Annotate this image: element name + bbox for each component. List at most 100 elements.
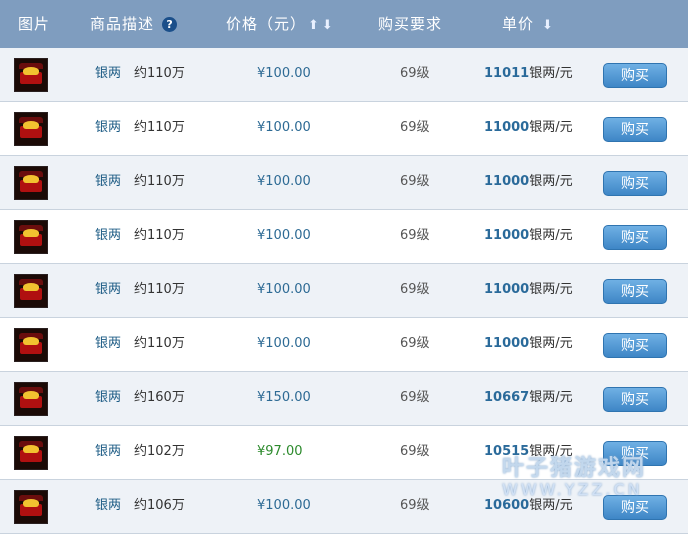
item-category[interactable]: 银两 bbox=[95, 174, 121, 190]
buy-button[interactable]: 购买 bbox=[603, 171, 667, 196]
buy-button[interactable]: 购买 bbox=[603, 63, 667, 88]
unit-price: 10667银两/元 bbox=[484, 390, 573, 406]
unit-price-suffix: 银两/元 bbox=[529, 174, 573, 189]
table-row: 银两 约110万 ¥100.00 69级 11000银两/元 购买 bbox=[0, 102, 688, 156]
sort-up-icon[interactable]: ⬆ bbox=[308, 16, 320, 36]
item-category[interactable]: 银两 bbox=[95, 120, 121, 136]
table-row: 银两 约110万 ¥100.00 69级 11000银两/元 购买 bbox=[0, 156, 688, 210]
unit-price: 10600银两/元 bbox=[484, 498, 573, 514]
table-row: 银两 约110万 ¥100.00 69级 11000银两/元 购买 bbox=[0, 264, 688, 318]
header-price-label: 价格（元） bbox=[226, 15, 307, 33]
item-category[interactable]: 银两 bbox=[95, 444, 121, 460]
item-amount: 约160万 bbox=[134, 390, 185, 405]
header-unit-price[interactable]: 单价 ⬇ bbox=[502, 14, 554, 34]
help-icon[interactable]: ? bbox=[162, 17, 178, 32]
treasure-chest-icon[interactable] bbox=[14, 382, 48, 416]
level-requirement: 69级 bbox=[400, 282, 430, 297]
unit-price-number: 10515 bbox=[484, 444, 530, 459]
item-amount: 约106万 bbox=[134, 498, 185, 513]
item-price: ¥100.00 bbox=[257, 174, 311, 189]
unit-price-suffix: 银两/元 bbox=[529, 444, 573, 459]
treasure-chest-icon[interactable] bbox=[14, 490, 48, 524]
unit-price-suffix: 银两/元 bbox=[529, 66, 573, 81]
unit-price: 11011银两/元 bbox=[484, 66, 573, 82]
level-requirement: 69级 bbox=[400, 444, 430, 459]
item-price: ¥100.00 bbox=[257, 336, 311, 351]
buy-button[interactable]: 购买 bbox=[603, 117, 667, 142]
item-category[interactable]: 银两 bbox=[95, 66, 121, 82]
item-amount: 约110万 bbox=[134, 336, 185, 351]
treasure-chest-icon[interactable] bbox=[14, 58, 48, 92]
item-price: ¥100.00 bbox=[257, 282, 311, 297]
item-price: ¥100.00 bbox=[257, 120, 311, 135]
item-category[interactable]: 银两 bbox=[95, 390, 121, 406]
unit-price: 10515银两/元 bbox=[484, 444, 573, 460]
table-row: 银两 约102万 ¥97.00 69级 10515银两/元 购买 bbox=[0, 426, 688, 480]
unit-price-number: 11000 bbox=[484, 282, 530, 297]
treasure-chest-icon[interactable] bbox=[14, 112, 48, 146]
item-amount: 约102万 bbox=[134, 444, 185, 459]
unit-price-number: 10600 bbox=[484, 498, 530, 513]
header-requirement: 购买要求 bbox=[378, 15, 443, 33]
unit-price-suffix: 银两/元 bbox=[529, 498, 573, 513]
level-requirement: 69级 bbox=[400, 174, 430, 189]
table-row: 银两 约110万 ¥100.00 69级 11000银两/元 购买 bbox=[0, 318, 688, 372]
item-price: ¥150.00 bbox=[257, 390, 311, 405]
item-amount: 约110万 bbox=[134, 66, 185, 81]
item-category[interactable]: 银两 bbox=[95, 336, 121, 352]
unit-price-number: 11000 bbox=[484, 336, 530, 351]
unit-price: 11000银两/元 bbox=[484, 120, 573, 136]
unit-price-number: 11000 bbox=[484, 174, 530, 189]
header-unit-price-label: 单价 bbox=[502, 15, 535, 33]
item-category[interactable]: 银两 bbox=[95, 228, 121, 244]
unit-price-suffix: 银两/元 bbox=[529, 390, 573, 405]
item-price: ¥100.00 bbox=[257, 228, 311, 243]
treasure-chest-icon[interactable] bbox=[14, 274, 48, 308]
level-requirement: 69级 bbox=[400, 498, 430, 513]
level-requirement: 69级 bbox=[400, 66, 430, 81]
unit-price-suffix: 银两/元 bbox=[529, 228, 573, 243]
item-category[interactable]: 银两 bbox=[95, 282, 121, 298]
level-requirement: 69级 bbox=[400, 336, 430, 351]
unit-price-suffix: 银两/元 bbox=[529, 282, 573, 297]
buy-button[interactable]: 购买 bbox=[603, 333, 667, 358]
item-amount: 约110万 bbox=[134, 174, 185, 189]
item-amount: 约110万 bbox=[134, 282, 185, 297]
unit-price-number: 11000 bbox=[484, 228, 530, 243]
table-row: 银两 约110万 ¥100.00 69级 11000银两/元 购买 bbox=[0, 210, 688, 264]
unit-price-number: 11000 bbox=[484, 120, 530, 135]
table-row: 银两 约106万 ¥100.00 69级 10600银两/元 购买 bbox=[0, 480, 688, 534]
header-description-label: 商品描述 bbox=[90, 15, 155, 33]
treasure-chest-icon[interactable] bbox=[14, 436, 48, 470]
buy-button[interactable]: 购买 bbox=[603, 279, 667, 304]
table-row: 银两 约110万 ¥100.00 69级 11011银两/元 购买 bbox=[0, 48, 688, 102]
buy-button[interactable]: 购买 bbox=[603, 387, 667, 412]
item-amount: 约110万 bbox=[134, 228, 185, 243]
treasure-chest-icon[interactable] bbox=[14, 220, 48, 254]
unit-price: 11000银两/元 bbox=[484, 336, 573, 352]
level-requirement: 69级 bbox=[400, 120, 430, 135]
item-price: ¥100.00 bbox=[257, 498, 311, 513]
table-header: 图片 商品描述? 价格（元） ⬆ ⬇ 购买要求 单价 ⬇ bbox=[0, 0, 688, 48]
buy-button[interactable]: 购买 bbox=[603, 441, 667, 466]
unit-price-suffix: 银两/元 bbox=[529, 336, 573, 351]
buy-button[interactable]: 购买 bbox=[603, 495, 667, 520]
buy-button[interactable]: 购买 bbox=[603, 225, 667, 250]
unit-price: 11000银两/元 bbox=[484, 228, 573, 244]
unit-price: 11000银两/元 bbox=[484, 174, 573, 190]
item-amount: 约110万 bbox=[134, 120, 185, 135]
level-requirement: 69级 bbox=[400, 228, 430, 243]
listing-table: 银两 约110万 ¥100.00 69级 11011银两/元 购买 银两 约11… bbox=[0, 48, 688, 534]
sort-down-icon[interactable]: ⬇ bbox=[322, 16, 334, 36]
item-price: ¥100.00 bbox=[257, 66, 311, 81]
unit-price-suffix: 银两/元 bbox=[529, 120, 573, 135]
header-description: 商品描述? bbox=[90, 14, 178, 34]
treasure-chest-icon[interactable] bbox=[14, 328, 48, 362]
sort-down-icon[interactable]: ⬇ bbox=[542, 16, 554, 36]
unit-price-number: 10667 bbox=[484, 390, 530, 405]
treasure-chest-icon[interactable] bbox=[14, 166, 48, 200]
item-category[interactable]: 银两 bbox=[95, 498, 121, 514]
item-price: ¥97.00 bbox=[257, 444, 303, 459]
level-requirement: 69级 bbox=[400, 390, 430, 405]
header-price[interactable]: 价格（元） ⬆ ⬇ bbox=[226, 14, 334, 34]
